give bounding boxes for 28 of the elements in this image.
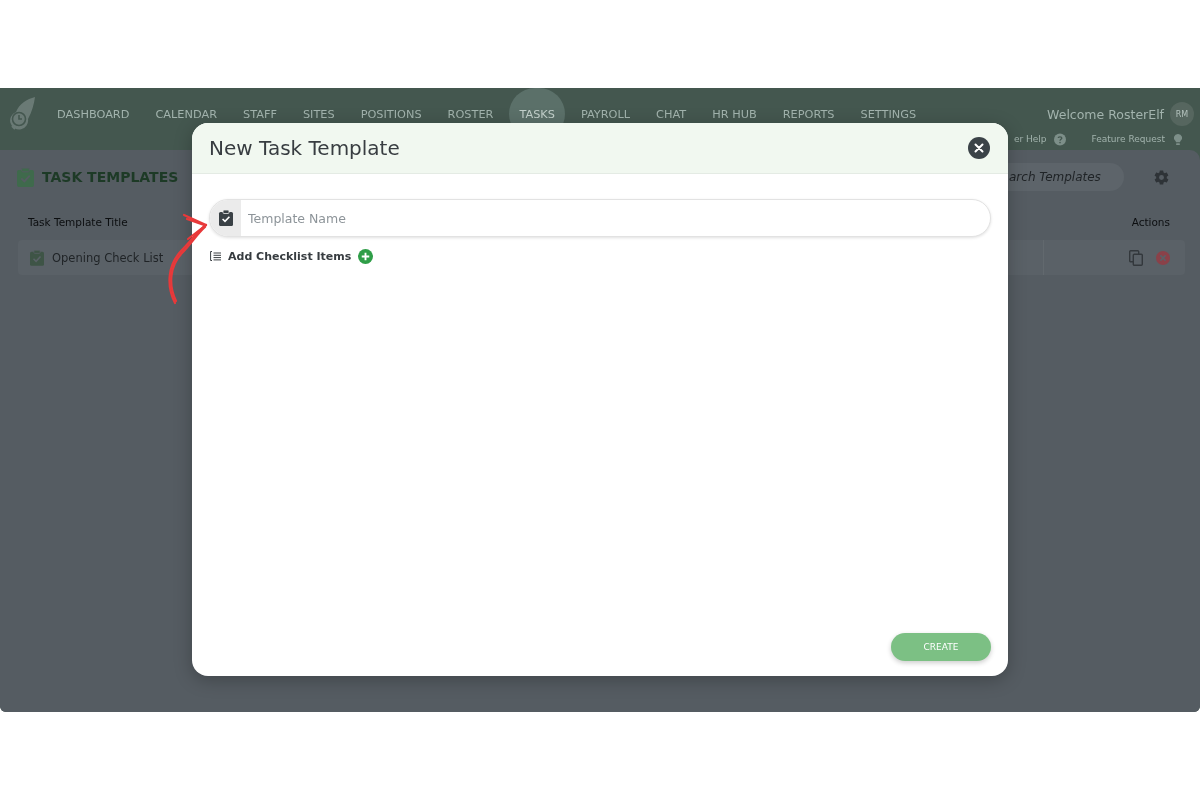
help-icon[interactable] <box>1053 132 1066 146</box>
column-header: Actions <box>1131 216 1170 228</box>
lightbulb-icon[interactable] <box>1172 132 1184 146</box>
template-title: Opening Check List <box>52 250 164 265</box>
clipboard-check-icon <box>30 249 44 266</box>
add-icon[interactable] <box>358 248 374 264</box>
nav-tab[interactable]: DASHBOARD <box>47 88 140 140</box>
clipboard-check-icon <box>210 200 241 236</box>
avatar[interactable]: RM <box>1170 102 1194 126</box>
nav-link[interactable]: er Help <box>1013 134 1047 144</box>
nav-tab[interactable]: CHAT <box>646 88 697 140</box>
settings-icon[interactable] <box>1153 168 1170 186</box>
nav-link[interactable]: Feature Request <box>1091 134 1165 144</box>
nav-tab[interactable]: REPORTS <box>772 88 845 140</box>
welcome-text: Welcome RosterElf <box>1047 106 1164 122</box>
add-checklist-label: Add Checklist Items <box>228 249 352 263</box>
nav-tab[interactable]: ROSTER <box>437 88 504 140</box>
logo-icon[interactable] <box>7 96 37 130</box>
close-icon <box>974 143 984 153</box>
page-title: TASK TEMPLATES <box>42 169 179 185</box>
close-button[interactable] <box>968 137 990 159</box>
nav-tab[interactable]: PAYROLL <box>570 88 641 140</box>
column-header: Task Template Title <box>28 216 128 228</box>
create-button[interactable]: CREATE <box>891 633 991 661</box>
list-icon <box>210 251 221 261</box>
copy-icon[interactable] <box>1129 249 1143 266</box>
nav-tab[interactable]: HR HUB <box>702 88 767 140</box>
nav-tab[interactable]: SETTINGS <box>850 88 927 140</box>
